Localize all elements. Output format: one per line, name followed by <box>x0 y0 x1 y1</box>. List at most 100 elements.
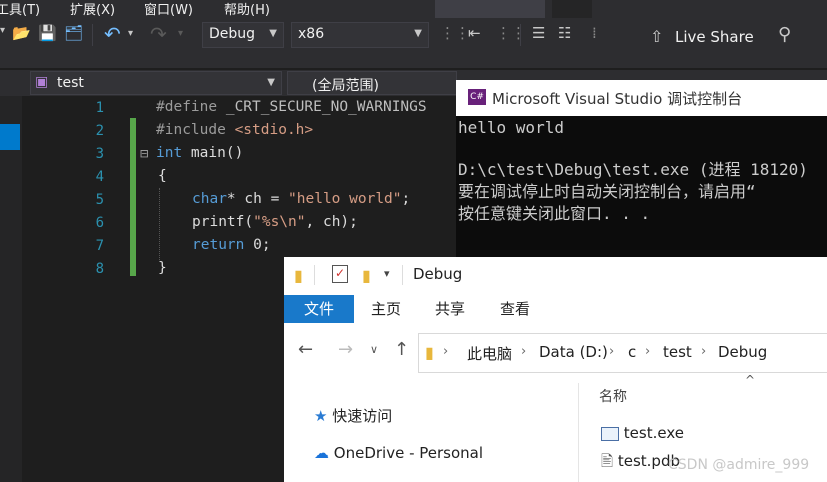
breadcrumb-separator-icon[interactable]: › <box>701 344 706 359</box>
breadcrumb-separator-icon[interactable]: › <box>443 344 448 359</box>
feedback-icon[interactable]: ⚲ <box>778 24 791 45</box>
tab-view[interactable]: 查看 <box>482 295 548 323</box>
properties-icon[interactable]: ✓ <box>332 265 348 283</box>
configuration-select[interactable]: Debug ▼ <box>202 22 284 48</box>
watermark: CSDN @admire_999 <box>668 457 810 473</box>
up-arrow-icon[interactable]: ↑ <box>394 339 409 360</box>
breadcrumb-separator-icon[interactable]: › <box>521 344 526 359</box>
breadcrumb-separator-icon[interactable]: › <box>609 344 614 359</box>
project-icon: ▣ <box>35 74 49 90</box>
breadcrumb-drive[interactable]: Data (D:) <box>539 343 608 361</box>
exe-icon <box>601 426 619 441</box>
line-number: 8 <box>95 261 104 277</box>
explorer-title-bar[interactable]: ▮ ✓ ▮ ▾ Debug <box>284 257 827 295</box>
collapse-icon[interactable]: ⊟ <box>140 146 148 162</box>
nav-item-onedrive[interactable]: ☁ OneDrive - Personal <box>314 444 483 462</box>
scope-selector-label: (全局范围) <box>312 78 379 94</box>
breadcrumb-this-pc[interactable]: 此电脑 <box>467 343 512 364</box>
explorer-title: Debug <box>413 265 463 283</box>
column-header-name[interactable]: 名称 <box>599 386 627 406</box>
account-area[interactable] <box>552 0 592 18</box>
menu-help[interactable]: 帮助(H) <box>224 0 270 18</box>
menu-bar: 工具(T) 扩展(X) 窗口(W) 帮助(H) <box>0 0 827 18</box>
uncomment-lines-icon[interactable]: ☷ <box>558 24 571 42</box>
console-output-line: 按任意键关闭此窗口. . . <box>458 204 651 223</box>
file-explorer-window[interactable]: ▮ ✓ ▮ ▾ Debug 文件 主页 共享 查看 ← → ∨ ↑ ▮ › 此电… <box>284 257 827 482</box>
chevron-down-icon: ▼ <box>267 77 275 88</box>
new-folder-icon[interactable]: ▮ <box>362 266 371 285</box>
code-line-5: char* ch = "hello world"; <box>192 191 410 207</box>
line-number: 4 <box>95 169 104 185</box>
recent-locations-icon[interactable]: ∨ <box>370 343 378 356</box>
back-arrow-icon[interactable]: ← <box>298 339 313 360</box>
console-output-line: hello world <box>458 118 564 137</box>
toolbar-divider <box>520 24 521 46</box>
redo-icon: ↷ <box>150 22 167 46</box>
punctuation-token: , ch); <box>305 214 358 230</box>
chevron-down-icon: ▼ <box>414 28 422 39</box>
share-icon[interactable]: ⇧ <box>650 27 663 46</box>
selected-tool-tab[interactable] <box>0 124 20 150</box>
type-token: char <box>192 191 227 207</box>
breakpoint-tool-icon[interactable]: ⋮⋮ <box>440 24 470 42</box>
tab-home[interactable]: 主页 <box>354 295 418 323</box>
pdb-file-icon: 🖹 <box>601 452 614 470</box>
undo-icon[interactable]: ↶ <box>104 22 121 46</box>
file-name: test.exe <box>623 424 684 442</box>
console-title-bar[interactable]: C# Microsoft Visual Studio 调试控制台 <box>456 80 827 116</box>
scope-selector[interactable]: (全局范围) <box>287 71 457 95</box>
menu-window[interactable]: 窗口(W) <box>144 0 193 18</box>
save-icon[interactable]: 💾 <box>38 24 57 42</box>
line-number: 5 <box>95 192 104 208</box>
file-selector[interactable]: ▣ test ▼ <box>30 71 282 95</box>
overflow-icon[interactable]: ⁞ <box>592 24 597 42</box>
step-tool-icon[interactable]: ⇤ <box>468 24 481 42</box>
string-token: "hello world" <box>288 191 402 207</box>
breadcrumb-separator-icon[interactable]: › <box>645 344 650 359</box>
nav-item-quick-access[interactable]: ★ 快速访问 <box>314 405 392 426</box>
customize-qat-icon[interactable]: ▾ <box>384 267 390 280</box>
platform-select[interactable]: x86 ▼ <box>291 22 429 48</box>
menu-tools[interactable]: 工具(T) <box>0 0 40 18</box>
search-box[interactable] <box>435 0 545 18</box>
file-item-test-exe[interactable]: test.exe <box>601 424 684 442</box>
undo-dropdown-icon[interactable]: ▾ <box>128 28 133 39</box>
title-divider <box>402 265 403 285</box>
tab-file[interactable]: 文件 <box>284 295 354 323</box>
function-token: printf( <box>192 214 254 230</box>
code-line-1: #define _CRT_SECURE_NO_WARNINGS <box>156 99 427 115</box>
breadcrumb-c[interactable]: c <box>628 343 636 361</box>
punctuation-token: ; <box>401 191 411 207</box>
code-line-6: printf("%s\n", ch); <box>192 214 358 230</box>
dropdown-arrow-icon[interactable]: ▾ <box>0 25 5 36</box>
save-all-icon[interactable]: 🗂 <box>64 24 83 42</box>
toolbar-divider <box>92 24 93 46</box>
format-tool-icon[interactable]: ⋮⋮ <box>496 24 526 42</box>
comment-lines-icon[interactable]: ☰ <box>532 24 545 42</box>
navigation-pane: ★ 快速访问 ☁ OneDrive - Personal <box>284 383 574 482</box>
console-output-line: D:\c\test\Debug\test.exe (进程 18120) <box>458 160 808 179</box>
chevron-down-icon: ▼ <box>269 28 277 39</box>
sort-ascending-icon[interactable]: ^ <box>745 373 755 387</box>
identifier-token: main() <box>182 145 244 161</box>
breadcrumb-test[interactable]: test <box>663 343 692 361</box>
line-number: 1 <box>95 100 104 116</box>
identifier-token: * ch = <box>226 191 289 207</box>
live-share-button[interactable]: Live Share <box>675 28 754 46</box>
tab-share[interactable]: 共享 <box>418 295 482 323</box>
string-token: "%s\n" <box>253 214 306 230</box>
console-title: Microsoft Visual Studio 调试控制台 <box>492 90 743 108</box>
menu-extensions[interactable]: 扩展(X) <box>70 0 115 18</box>
indent-guide <box>159 188 161 260</box>
directive-token: #include <box>156 122 226 138</box>
open-folder-icon[interactable]: 📂 <box>12 24 31 42</box>
code-line-3: int main() <box>156 145 243 161</box>
line-number: 6 <box>95 215 104 231</box>
nav-item-label: 快速访问 <box>332 407 393 425</box>
file-selector-label: test <box>57 75 84 91</box>
address-bar[interactable]: ▮ › 此电脑 › Data (D:) › c › test › Debug <box>418 333 827 373</box>
change-marker <box>130 118 136 276</box>
debug-console-window[interactable]: C# Microsoft Visual Studio 调试控制台 hello w… <box>456 80 827 257</box>
keyword-token: return <box>192 237 245 253</box>
breadcrumb-debug[interactable]: Debug <box>718 343 767 361</box>
